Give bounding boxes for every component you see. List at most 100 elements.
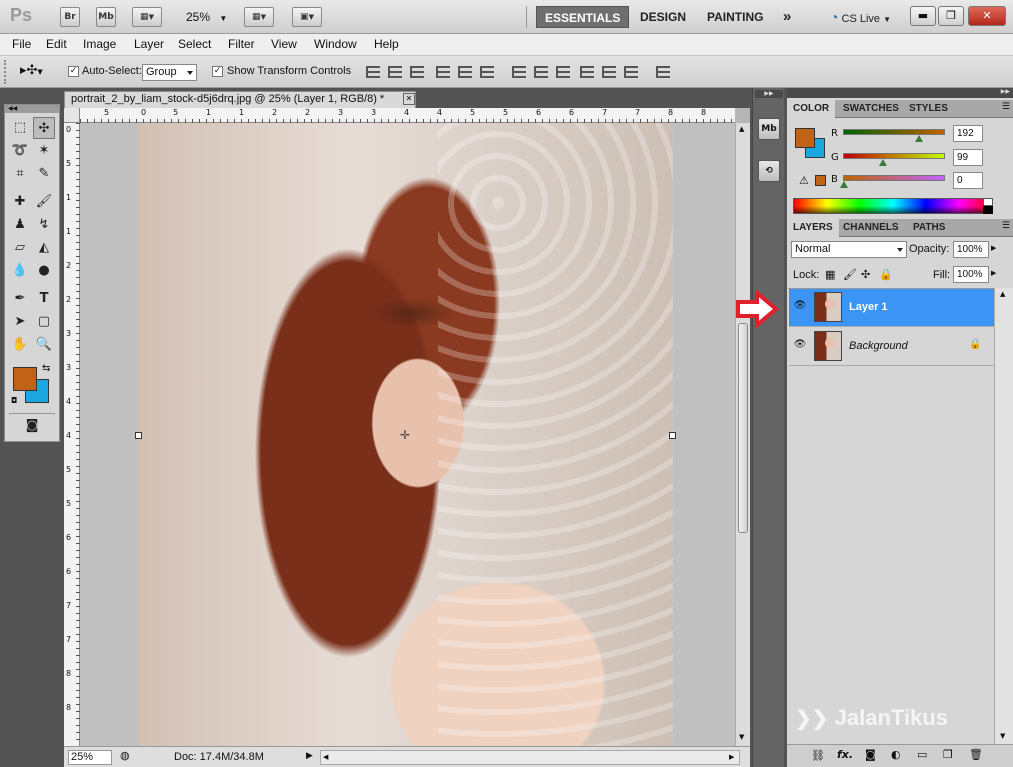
arrange-documents-button[interactable]: ▦▼ xyxy=(244,7,274,27)
cs-live-button[interactable]: ◔ CS Live ▼ xyxy=(830,6,891,28)
menu-image[interactable]: Image xyxy=(83,37,116,51)
type-tool-icon[interactable]: T xyxy=(33,288,55,310)
align-hcenter-icon[interactable] xyxy=(458,66,472,78)
scroll-down-icon[interactable]: ▼ xyxy=(1000,732,1005,740)
minimize-button[interactable]: ▬ xyxy=(910,6,936,26)
more-workspaces-button[interactable]: » xyxy=(783,6,791,28)
horizontal-ruler[interactable]: 5 0 5 1 1 2 2 3 3 4 4 5 5 6 6 7 7 8 8 xyxy=(80,108,735,123)
bridge-button[interactable]: Br xyxy=(60,7,80,27)
color-panel-foreground-swatch[interactable] xyxy=(795,128,815,148)
blur-tool-icon[interactable]: 💧 xyxy=(9,260,31,282)
scroll-right-icon[interactable]: ▶ xyxy=(729,753,734,761)
mini-bridge-panel-button[interactable]: Mb xyxy=(758,118,780,140)
screen-mode-button[interactable]: ▣▼ xyxy=(292,7,322,27)
close-button[interactable]: ✕ xyxy=(968,6,1006,26)
link-layers-icon[interactable]: ⛓ xyxy=(811,749,825,762)
distribute-left-icon[interactable] xyxy=(580,66,594,78)
gamut-swatch[interactable] xyxy=(815,175,826,186)
layer-mask-icon[interactable]: ◙ xyxy=(865,748,876,761)
panel-menu-icon[interactable]: ☰ xyxy=(1002,221,1010,231)
history-panel-icon[interactable]: ⟲ xyxy=(758,160,780,182)
dodge-tool-icon[interactable]: ● xyxy=(33,260,55,282)
canvas[interactable]: ✛ xyxy=(80,123,735,746)
show-transform-checkbox[interactable]: ✓ xyxy=(212,66,223,77)
align-bottom-icon[interactable] xyxy=(410,66,424,78)
scroll-thumb[interactable] xyxy=(738,323,748,533)
shape-tool-icon[interactable]: ▢ xyxy=(33,311,55,333)
tab-swatches[interactable]: SWATCHES xyxy=(837,100,905,118)
distribute-vcenter-icon[interactable] xyxy=(534,66,548,78)
distribute-hcenter-icon[interactable] xyxy=(602,66,616,78)
auto-align-icon[interactable] xyxy=(656,66,670,78)
layer-style-icon[interactable]: fx. xyxy=(837,748,853,761)
horizontal-scrollbar[interactable]: ◀ ▶ xyxy=(320,750,740,765)
menu-edit[interactable]: Edit xyxy=(46,37,67,51)
quick-mask-icon[interactable]: ◙ xyxy=(21,417,43,435)
workspace-essentials[interactable]: ESSENTIALS xyxy=(536,6,630,28)
scroll-down-icon[interactable]: ▼ xyxy=(739,733,744,741)
reference-point-icon[interactable]: ✛ xyxy=(400,428,410,442)
ruler-origin[interactable] xyxy=(64,108,80,123)
eye-icon[interactable]: 👁 xyxy=(793,299,807,313)
scroll-left-icon[interactable]: ◀ xyxy=(323,753,328,761)
panel-menu-icon[interactable]: ☰ xyxy=(1002,102,1010,112)
eye-icon[interactable]: 👁 xyxy=(793,338,807,352)
pen-tool-icon[interactable]: ✒ xyxy=(9,288,31,310)
auto-select-dropdown[interactable]: Group xyxy=(142,64,197,81)
clone-stamp-tool-icon[interactable]: ♟ xyxy=(9,214,31,236)
status-menu-arrow-icon[interactable]: ▶ xyxy=(306,750,313,761)
move-tool-icon[interactable]: ✣ xyxy=(33,117,55,139)
g-value-field[interactable]: 99 xyxy=(953,149,983,166)
default-colors-icon[interactable]: ◘ xyxy=(11,396,17,405)
layer-name[interactable]: Layer 1 xyxy=(849,301,888,313)
menu-view[interactable]: View xyxy=(271,37,297,51)
scroll-up-icon[interactable]: ▲ xyxy=(739,125,744,133)
menu-select[interactable]: Select xyxy=(178,37,211,51)
healing-brush-tool-icon[interactable]: ✚ xyxy=(9,191,31,213)
auto-select-checkbox[interactable]: ✓ xyxy=(68,66,79,77)
b-slider[interactable] xyxy=(843,175,945,181)
magic-wand-tool-icon[interactable]: ✶ xyxy=(33,140,55,162)
opacity-slider-arrow-icon[interactable]: ▶ xyxy=(991,244,996,252)
mini-bridge-button[interactable]: Mb xyxy=(96,7,116,27)
foreground-color-swatch-front[interactable] xyxy=(13,367,37,391)
lock-all-icon[interactable]: 🔒 xyxy=(879,268,893,281)
zoom-level-select[interactable]: 25% ▼ xyxy=(186,10,227,24)
blend-mode-dropdown[interactable]: Normal xyxy=(791,241,907,258)
history-brush-tool-icon[interactable]: ↯ xyxy=(33,214,55,236)
tab-color[interactable]: COLOR xyxy=(787,100,836,118)
layer-name[interactable]: Background xyxy=(849,340,908,352)
ramp-white[interactable] xyxy=(983,198,993,206)
b-value-field[interactable]: 0 xyxy=(953,172,983,189)
ramp-black[interactable] xyxy=(983,206,993,214)
marquee-tool-icon[interactable]: ⬚ xyxy=(9,117,31,139)
distribute-right-icon[interactable] xyxy=(624,66,638,78)
layer-row[interactable]: 👁 Background 🔒 xyxy=(789,328,994,366)
collapse-panels-icon[interactable]: ▶▶ xyxy=(1001,88,1010,95)
status-zoom-field[interactable]: 25% xyxy=(68,750,112,765)
menu-filter[interactable]: Filter xyxy=(228,37,255,51)
eyedropper-tool-icon[interactable]: ✎ xyxy=(33,163,55,185)
tool-preset-picker[interactable]: ▸✣▼ xyxy=(20,63,43,78)
r-slider[interactable] xyxy=(843,129,945,135)
g-slider[interactable] xyxy=(843,153,945,159)
transform-handle-right[interactable] xyxy=(669,432,676,439)
hand-tool-icon[interactable]: ✋ xyxy=(9,334,31,356)
zoom-tool-icon[interactable]: 🔍 xyxy=(33,334,55,356)
lock-position-icon[interactable]: ✣ xyxy=(861,268,870,281)
tab-paths[interactable]: PATHS xyxy=(907,219,951,237)
swap-colors-icon[interactable]: ⇆ xyxy=(42,363,50,374)
tab-channels[interactable]: CHANNELS xyxy=(837,219,905,237)
g-slider-thumb[interactable] xyxy=(879,159,887,166)
status-info-icon[interactable]: ◍ xyxy=(120,749,130,762)
menu-file[interactable]: File xyxy=(12,37,31,51)
new-layer-icon[interactable]: ❐ xyxy=(943,748,953,761)
lock-pixels-icon[interactable]: 🖌 xyxy=(843,268,857,281)
restore-button[interactable]: ❐ xyxy=(938,6,964,26)
r-value-field[interactable]: 192 xyxy=(953,125,983,142)
vertical-scrollbar[interactable]: ▲ ▼ xyxy=(735,123,750,746)
fill-field[interactable]: 100% xyxy=(953,266,989,283)
crop-tool-icon[interactable]: ⌗ xyxy=(9,163,31,185)
fill-slider-arrow-icon[interactable]: ▶ xyxy=(991,269,996,277)
align-right-icon[interactable] xyxy=(480,66,494,78)
